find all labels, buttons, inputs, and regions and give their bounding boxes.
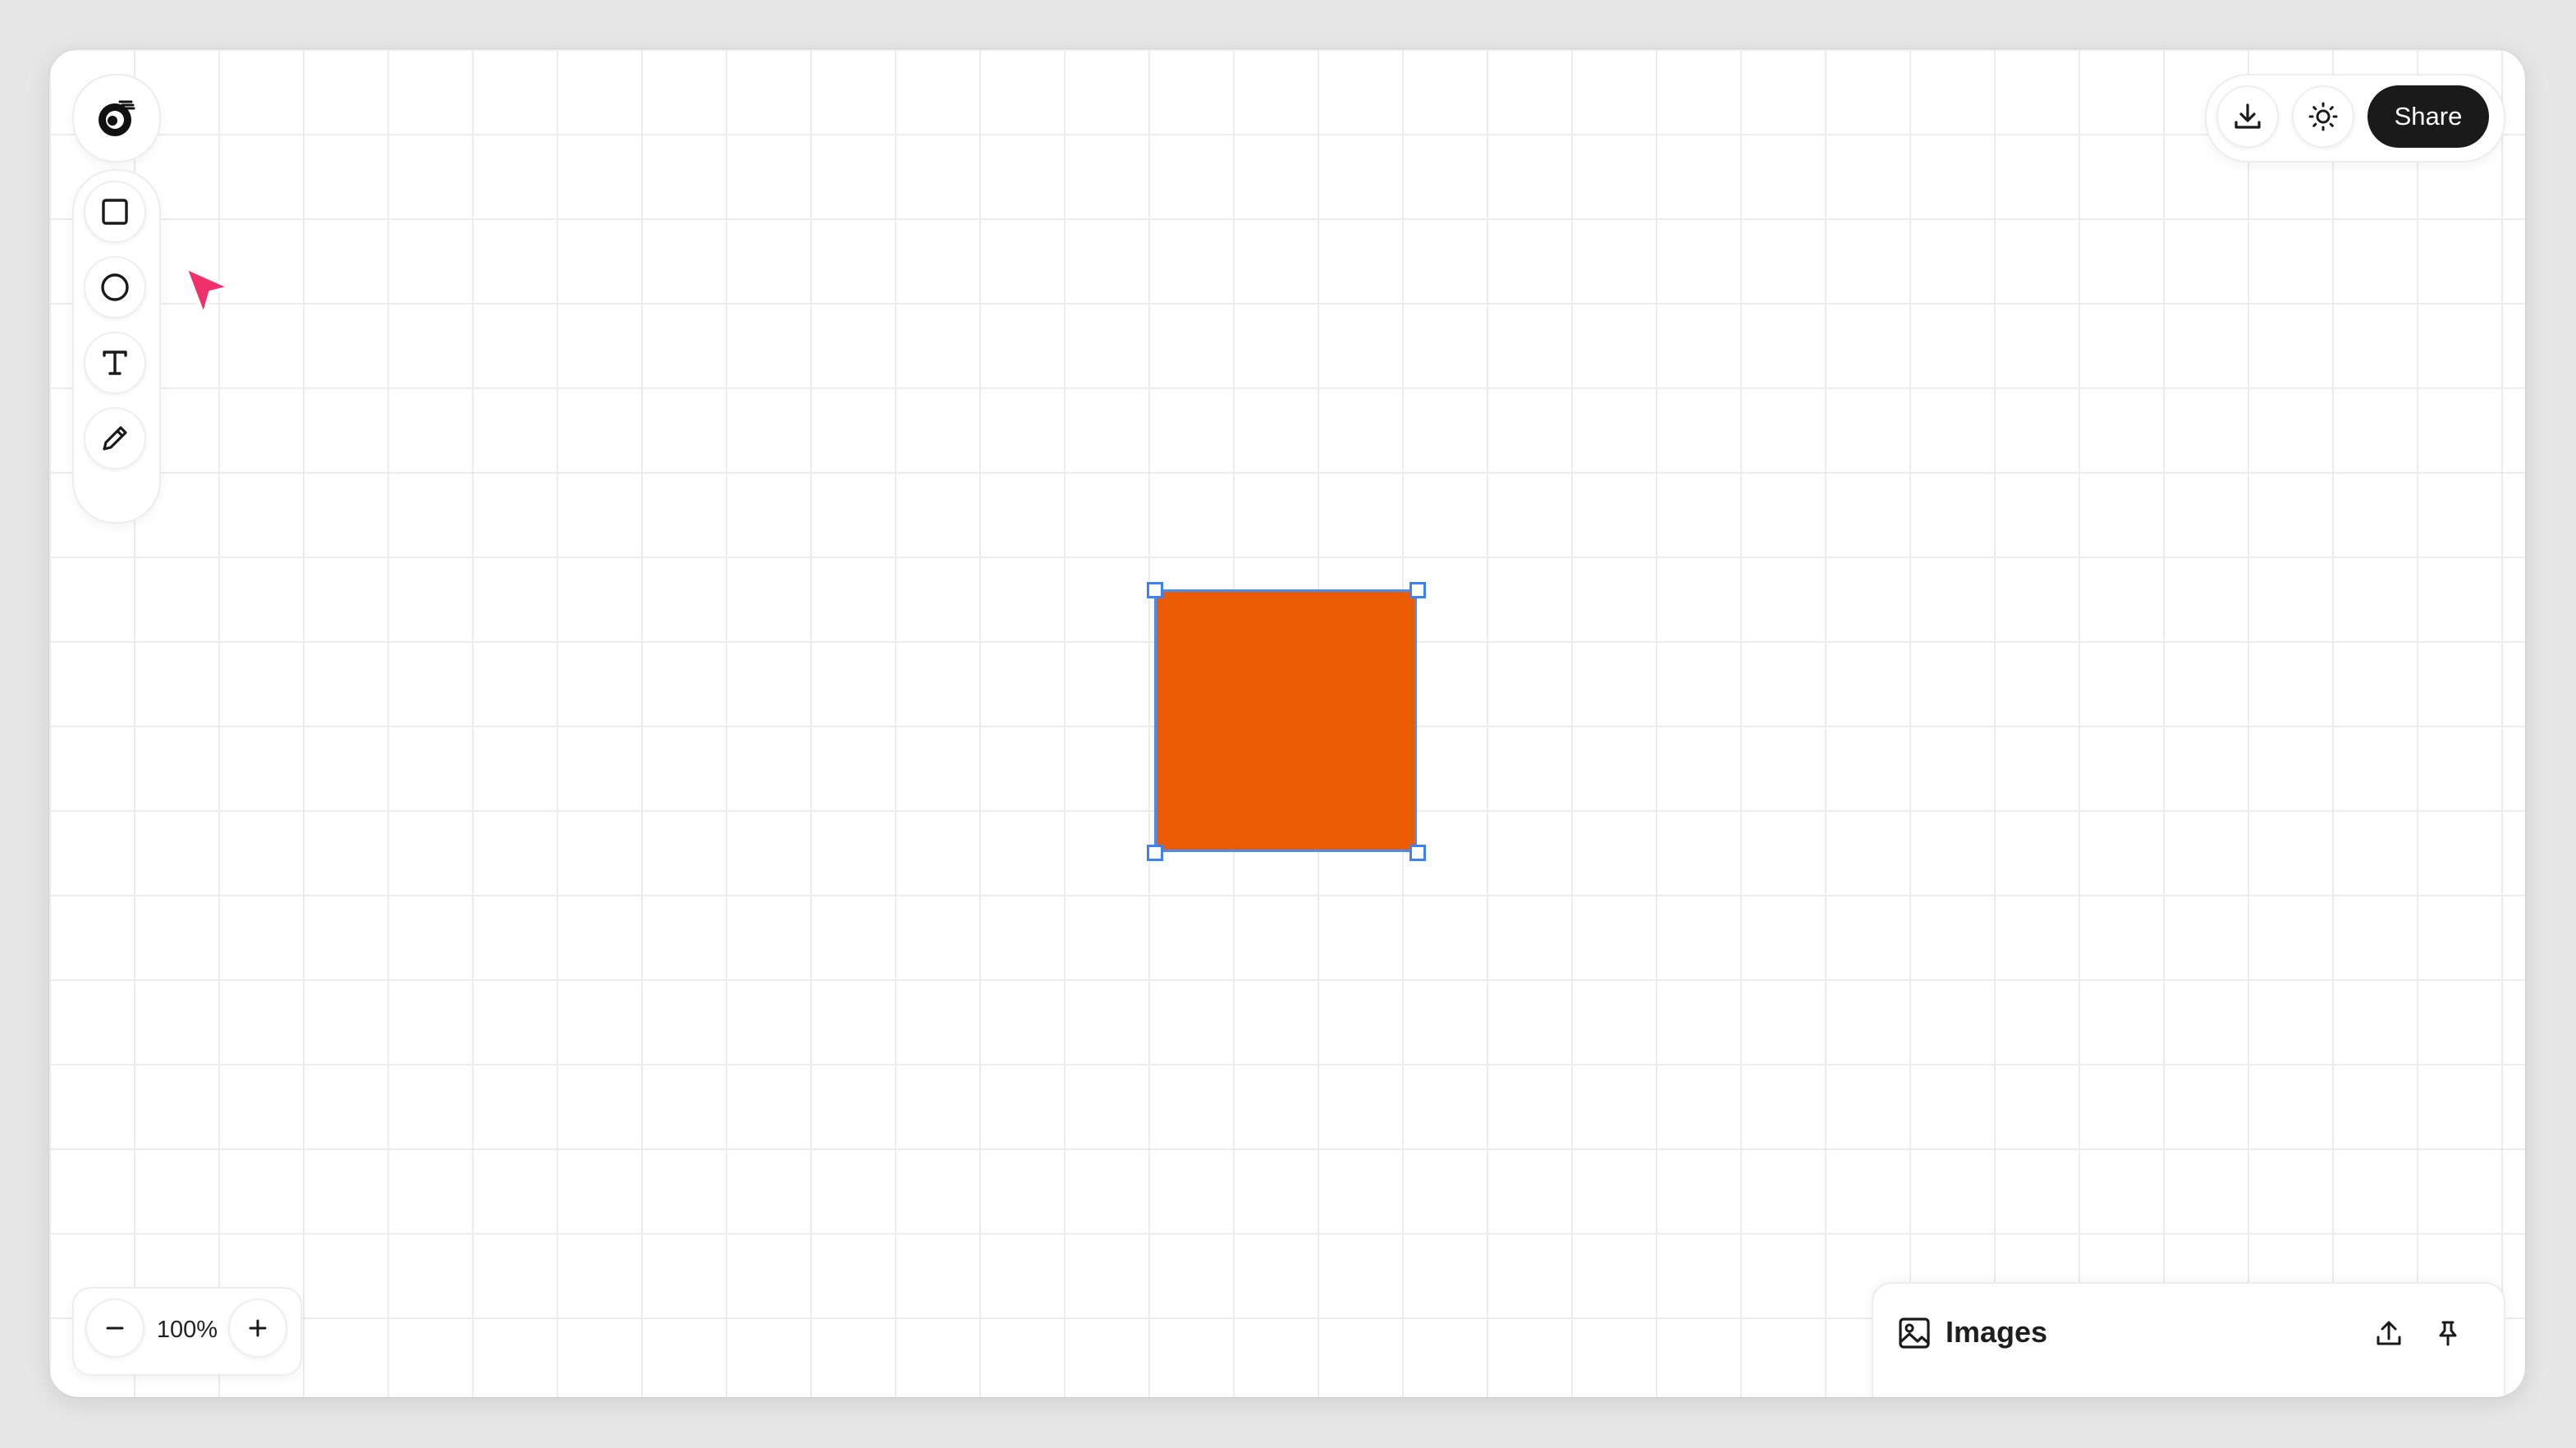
text-icon	[103, 351, 127, 375]
resize-handle-bottom-right[interactable]	[1409, 845, 1426, 861]
upload-icon	[2377, 1321, 2401, 1345]
theme-toggle-button[interactable]	[2292, 85, 2354, 148]
images-panel[interactable]: Images	[1872, 1282, 2505, 1397]
whiteboard-window: Share 100% Images	[49, 49, 2525, 1397]
sun-icon	[2308, 102, 2338, 131]
app-logo-icon	[74, 76, 159, 161]
images-panel-title: Images	[1946, 1315, 2048, 1349]
resize-handle-top-right[interactable]	[1409, 582, 1426, 598]
resize-handle-top-left[interactable]	[1147, 582, 1163, 598]
tool-palette	[72, 169, 161, 524]
share-button[interactable]: Share	[2367, 85, 2489, 148]
tool-rectangle[interactable]	[84, 181, 146, 243]
square-icon	[102, 199, 128, 225]
circle-icon	[101, 273, 129, 301]
pin-icon	[2439, 1321, 2457, 1346]
pencil-icon	[103, 426, 127, 451]
tool-draw[interactable]	[84, 407, 146, 470]
logo-container[interactable]	[72, 74, 161, 163]
plus-icon	[249, 1319, 267, 1337]
top-right-toolbar: Share	[2205, 74, 2505, 163]
image-icon	[1899, 1317, 1930, 1349]
tool-ellipse[interactable]	[84, 256, 146, 318]
upload-image-button[interactable]	[2371, 1315, 2407, 1351]
zoom-out-button[interactable]	[85, 1299, 144, 1358]
download-icon	[2235, 103, 2261, 129]
zoom-in-button[interactable]	[228, 1299, 287, 1358]
pin-panel-button[interactable]	[2430, 1315, 2466, 1351]
minus-icon	[106, 1327, 124, 1330]
zoom-level[interactable]: 100%	[144, 1289, 230, 1371]
orange-rectangle-shape[interactable]	[1154, 589, 1417, 852]
pointer-cursor-icon	[184, 266, 231, 317]
download-button[interactable]	[2216, 85, 2279, 148]
zoom-control: 100%	[72, 1287, 302, 1376]
resize-handle-bottom-left[interactable]	[1147, 845, 1163, 861]
tool-text[interactable]	[84, 332, 146, 394]
